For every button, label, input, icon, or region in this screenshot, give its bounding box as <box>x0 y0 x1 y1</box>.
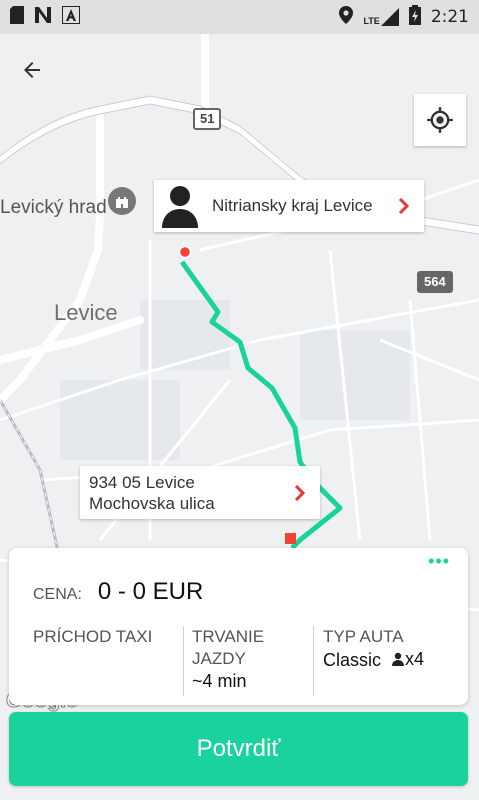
car-type-label: TYP AUTA <box>323 627 404 646</box>
destination-bubble[interactable]: 934 05 Levice Mochovska ulica <box>80 466 320 519</box>
destination-address: 934 05 Levice Mochovska ulica <box>89 472 288 514</box>
map-label-town: Levice <box>54 300 118 325</box>
confirm-button[interactable]: Potvrdiť <box>9 712 468 786</box>
car-type-value: Classic <box>323 650 382 670</box>
road-shield-564: 564 <box>417 271 453 293</box>
n-app-icon <box>34 6 52 29</box>
arrival-column: PRÍCHOD TAXI <box>33 626 173 648</box>
price-label: CENA: <box>33 586 82 603</box>
seats-count: x4 <box>405 649 425 669</box>
road-shield-51: 51 <box>193 108 222 130</box>
price-value: 0 - 0 EUR <box>97 578 204 605</box>
ride-details-card: ••• CENA: 0 - 0 EUR PRÍCHOD TAXI TRVANIE… <box>9 548 468 705</box>
castle-icon <box>108 187 136 215</box>
map-label-castle: Levický hrad <box>0 197 107 218</box>
duration-value: ~4 min <box>192 671 247 691</box>
sd-card-icon <box>10 5 24 29</box>
my-location-button[interactable] <box>414 94 466 146</box>
chevron-right-icon <box>392 198 416 214</box>
battery-charging-icon <box>408 4 421 30</box>
car-type-column: TYP AUTA Classic x4 <box>313 626 473 696</box>
location-icon <box>339 5 354 29</box>
car-type-row: Classic x4 <box>323 648 473 671</box>
more-options-icon[interactable]: ••• <box>428 552 450 570</box>
price-row: CENA: 0 - 0 EUR <box>33 578 203 606</box>
crosshair-icon <box>427 107 453 133</box>
arrow-back-icon <box>24 62 40 78</box>
destination-line1: 934 05 Levice <box>89 472 195 492</box>
a-app-icon <box>62 5 80 29</box>
arrival-label: PRÍCHOD TAXI <box>33 627 153 646</box>
destination-line2: Mochovska ulica <box>89 493 215 513</box>
duration-label: TRVANIE JAZDY <box>192 627 265 668</box>
status-bar: LTE 2:21 <box>0 0 479 34</box>
ride-info-row: PRÍCHOD TAXI TRVANIE JAZDY ~4 min TYP AU… <box>33 626 453 696</box>
clock: 2:21 <box>430 7 469 27</box>
back-button[interactable] <box>14 52 50 88</box>
person-avatar-icon <box>154 180 206 232</box>
lte-signal-icon: LTE <box>363 8 399 26</box>
person-icon <box>392 652 405 666</box>
duration-column: TRVANIE JAZDY ~4 min <box>183 626 317 696</box>
pickup-label: Nitriansky kraj Levice <box>212 196 373 215</box>
pickup-bubble[interactable]: Nitriansky kraj Levice <box>154 180 424 232</box>
chevron-right-icon <box>288 484 312 501</box>
